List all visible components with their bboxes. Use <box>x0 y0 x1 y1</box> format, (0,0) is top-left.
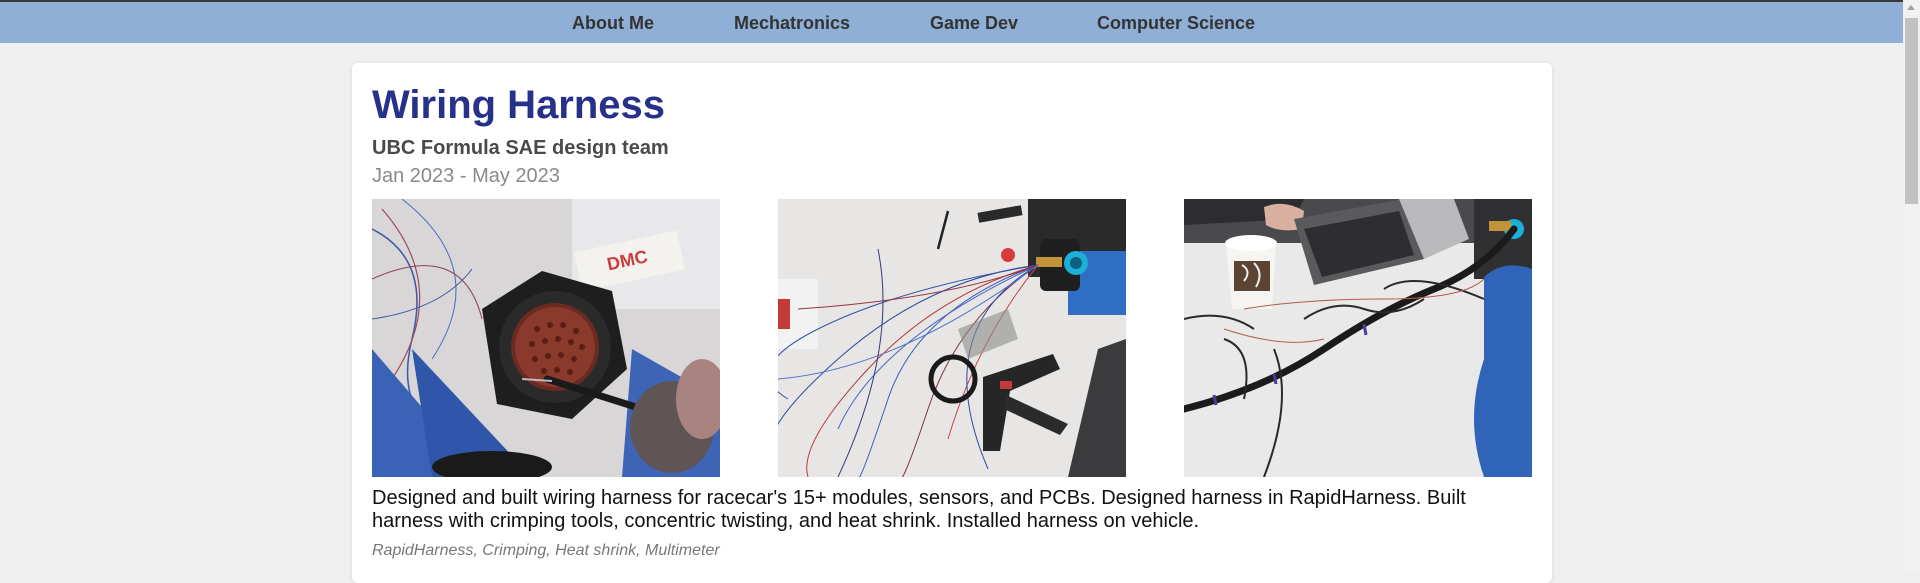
project-card: Wiring Harness UBC Formula SAE design te… <box>352 63 1552 583</box>
harness-photo-wires <box>778 199 1126 477</box>
scrollbar-thumb[interactable] <box>1905 18 1918 204</box>
project-dates: Jan 2023 - May 2023 <box>372 165 560 187</box>
harness-photo-connector: DMC <box>372 199 720 477</box>
nav-game-dev[interactable]: Game Dev <box>930 13 1018 34</box>
nav-about-me[interactable]: About Me <box>572 13 654 34</box>
top-navbar: About Me Mechatronics Game Dev Computer … <box>0 2 1903 43</box>
nav-mechatronics[interactable]: Mechatronics <box>734 13 850 34</box>
project-tags: RapidHarness, Crimping, Heat shrink, Mul… <box>372 542 720 559</box>
project-description: Designed and built wiring harness for ra… <box>372 487 1466 532</box>
vertical-scrollbar[interactable] <box>1903 0 1920 572</box>
project-subtitle: UBC Formula SAE design team <box>372 137 669 159</box>
nav-computer-science[interactable]: Computer Science <box>1097 13 1255 34</box>
project-title: Wiring Harness <box>372 83 666 127</box>
scroll-up-arrow-icon[interactable] <box>1907 5 1915 10</box>
harness-photo-finished <box>1184 199 1532 477</box>
